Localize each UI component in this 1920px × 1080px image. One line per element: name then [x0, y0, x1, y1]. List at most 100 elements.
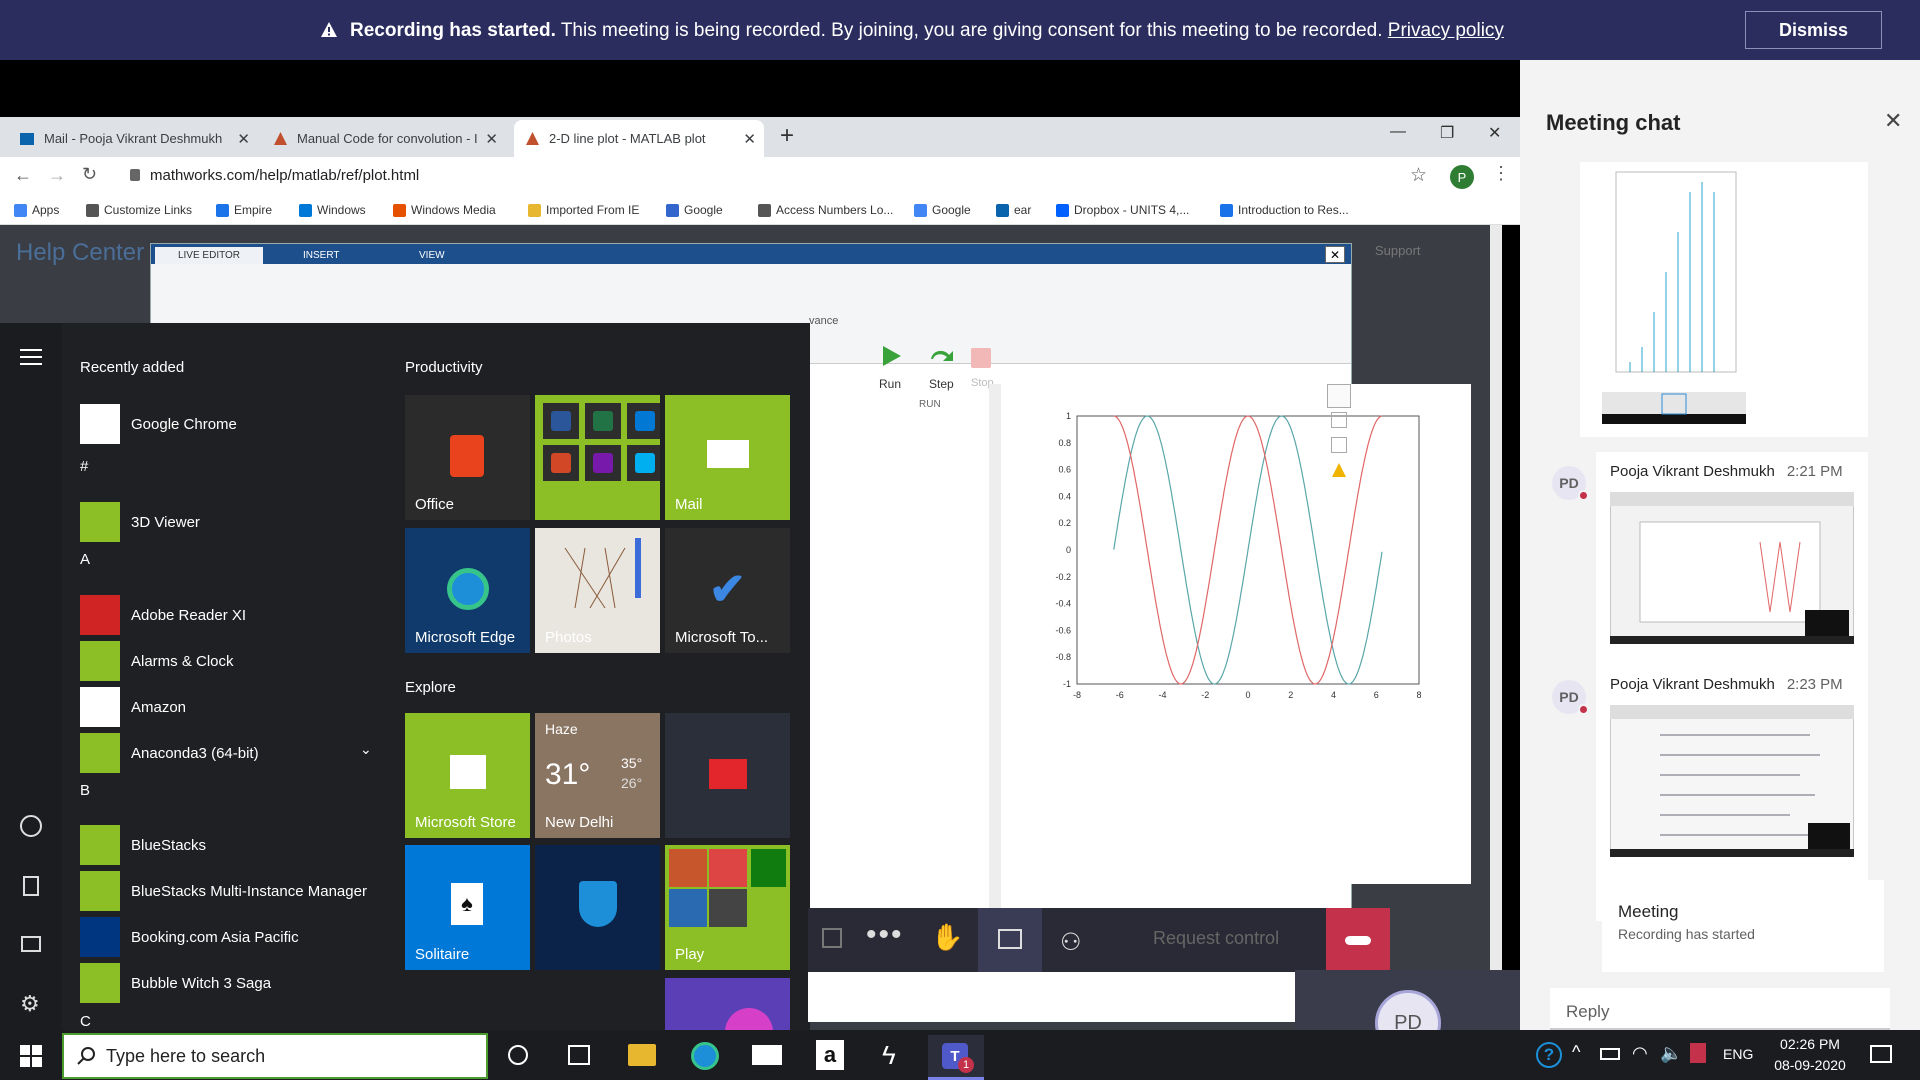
output-right-icon[interactable]: [1331, 412, 1347, 428]
tile-photos[interactable]: Photos: [535, 528, 660, 653]
bookmark-item[interactable]: Apps: [14, 203, 59, 217]
step-icon[interactable]: [929, 345, 955, 367]
tile-office[interactable]: Office: [405, 395, 530, 520]
task-view-icon[interactable]: [568, 1045, 590, 1065]
tile-office-apps[interactable]: [535, 395, 660, 520]
mail-icon[interactable]: [752, 1045, 782, 1065]
close-chat-button[interactable]: ✕: [1884, 108, 1902, 134]
star-icon[interactable]: ☆: [1410, 164, 1427, 187]
recording-banner: Recording has started. This meeting is b…: [0, 0, 1920, 60]
tile-weather[interactable]: Haze 31° 35° 26° New Delhi: [535, 713, 660, 838]
bookmark-item[interactable]: Windows Media: [393, 203, 496, 217]
help-center-title[interactable]: Help Center: [16, 239, 144, 267]
tile-mail[interactable]: Mail: [665, 395, 790, 520]
url-field[interactable]: mathworks.com/help/matlab/ref/plot.html: [150, 167, 419, 184]
bookmark-item[interactable]: Google: [914, 203, 971, 217]
tile-store[interactable]: Microsoft Store: [405, 713, 530, 838]
tile-solitaire[interactable]: Solitaire ♠: [405, 845, 530, 970]
minimize-button[interactable]: —: [1390, 123, 1406, 141]
request-control-button[interactable]: Request control: [1153, 928, 1279, 949]
cortana-icon[interactable]: [508, 1045, 528, 1065]
bookmark-item[interactable]: Imported From IE: [528, 203, 639, 217]
bookmark-item[interactable]: Access Numbers Lo...: [758, 203, 893, 217]
dismiss-button[interactable]: Dismiss: [1745, 11, 1882, 49]
windows-start-icon[interactable]: [20, 1045, 42, 1067]
clock-date[interactable]: 08-09-2020: [1765, 1057, 1855, 1073]
tab-insert[interactable]: INSERT: [303, 250, 340, 261]
clock-time[interactable]: 02:26 PM: [1770, 1036, 1850, 1052]
step-button[interactable]: Step: [929, 377, 954, 391]
bookmark-item[interactable]: Windows: [299, 203, 366, 217]
reload-icon[interactable]: ↻: [82, 164, 97, 185]
amazon-icon[interactable]: a: [816, 1040, 844, 1070]
screenshot-thumbnail[interactable]: [1610, 705, 1854, 857]
volume-icon[interactable]: 🔈: [1660, 1043, 1682, 1064]
forward-icon[interactable]: →: [48, 165, 66, 186]
bookmark-item[interactable]: Empire: [216, 203, 272, 217]
menu-icon[interactable]: ⋮: [1492, 163, 1510, 184]
close-icon[interactable]: ✕: [1325, 246, 1345, 263]
help-icon[interactable]: ?: [1536, 1042, 1562, 1068]
run-icon[interactable]: [879, 344, 903, 368]
bookmark-item[interactable]: Introduction to Res...: [1220, 203, 1349, 217]
action-center-icon[interactable]: [1870, 1045, 1892, 1063]
file-explorer-icon[interactable]: [628, 1044, 656, 1066]
close-icon[interactable]: ✕: [237, 130, 250, 148]
office-app-icon[interactable]: [585, 445, 621, 481]
restore-button[interactable]: ❐: [1440, 123, 1454, 143]
profile-avatar[interactable]: P: [1450, 165, 1474, 189]
scrollbar[interactable]: [1490, 225, 1502, 1050]
close-icon[interactable]: ✕: [485, 130, 498, 148]
reply-input[interactable]: Reply: [1566, 1002, 1609, 1022]
screenshot-thumbnail[interactable]: [1610, 492, 1854, 644]
raise-hand-icon[interactable]: ✋: [931, 922, 963, 953]
chat-button[interactable]: [978, 908, 1042, 972]
tab-matlab-plot[interactable]: 2-D line plot - MATLAB plot ✕: [514, 120, 764, 157]
chevron-up-icon[interactable]: ^: [1572, 1042, 1580, 1063]
taskbar-search[interactable]: Type here to search: [62, 1033, 488, 1079]
reply-box[interactable]: Reply: [1550, 988, 1890, 1030]
antivirus-icon[interactable]: [1690, 1043, 1706, 1063]
bookmark-item[interactable]: Customize Links: [86, 203, 192, 217]
close-icon[interactable]: ✕: [743, 130, 756, 148]
close-window-button[interactable]: ✕: [1488, 123, 1501, 143]
bookmark-item[interactable]: ear: [996, 203, 1031, 217]
share-icon[interactable]: [822, 928, 842, 948]
stop-icon[interactable]: [971, 348, 991, 368]
hang-up-button[interactable]: [1326, 908, 1390, 972]
privacy-policy-link[interactable]: Privacy policy: [1388, 20, 1504, 41]
bookmark-item[interactable]: Dropbox - UNITS 4,...: [1056, 203, 1189, 217]
back-icon[interactable]: ←: [14, 165, 32, 186]
teams-taskbar-button[interactable]: T 1: [928, 1035, 984, 1080]
tile-security[interactable]: [535, 845, 660, 970]
office-app-icon[interactable]: [627, 445, 660, 481]
office-app-icon[interactable]: [543, 403, 579, 439]
text-output-icon[interactable]: [1331, 437, 1347, 453]
bookmark-item[interactable]: Google: [666, 203, 723, 217]
run-button[interactable]: Run: [879, 377, 901, 391]
search-input[interactable]: Type here to search: [106, 1046, 265, 1067]
edge-icon[interactable]: [691, 1042, 719, 1070]
battery-icon[interactable]: [1600, 1048, 1620, 1060]
tile-news[interactable]: [665, 713, 790, 838]
participants-icon[interactable]: ⚇: [1060, 928, 1082, 957]
tile-edge[interactable]: Microsoft Edge: [405, 528, 530, 653]
office-app-icon[interactable]: [627, 403, 660, 439]
wifi-icon[interactable]: ◠: [1632, 1043, 1648, 1064]
support-link[interactable]: Support: [1375, 243, 1421, 258]
tile-play[interactable]: Play: [665, 845, 790, 970]
tile-todo[interactable]: Microsoft To... ✔: [665, 528, 790, 653]
tab-live-editor[interactable]: LIVE EDITOR: [155, 247, 263, 264]
tab-mail[interactable]: Mail - Pooja Vikrant Deshmukh ✕: [8, 120, 258, 157]
office-app-icon[interactable]: [543, 445, 579, 481]
more-icon[interactable]: •••: [866, 918, 904, 952]
tab-convolution[interactable]: Manual Code for convolution - I ✕: [262, 120, 506, 157]
chat-image-1[interactable]: [1580, 162, 1868, 437]
output-inline-icon[interactable]: [1327, 384, 1351, 408]
tab-view[interactable]: VIEW: [419, 250, 445, 261]
new-tab-button[interactable]: +: [780, 122, 794, 150]
office-app-icon[interactable]: [585, 403, 621, 439]
editor-scrollbar[interactable]: [989, 384, 1001, 944]
language-indicator[interactable]: ENG: [1723, 1046, 1753, 1062]
winamp-icon[interactable]: ϟ: [882, 1040, 896, 1071]
